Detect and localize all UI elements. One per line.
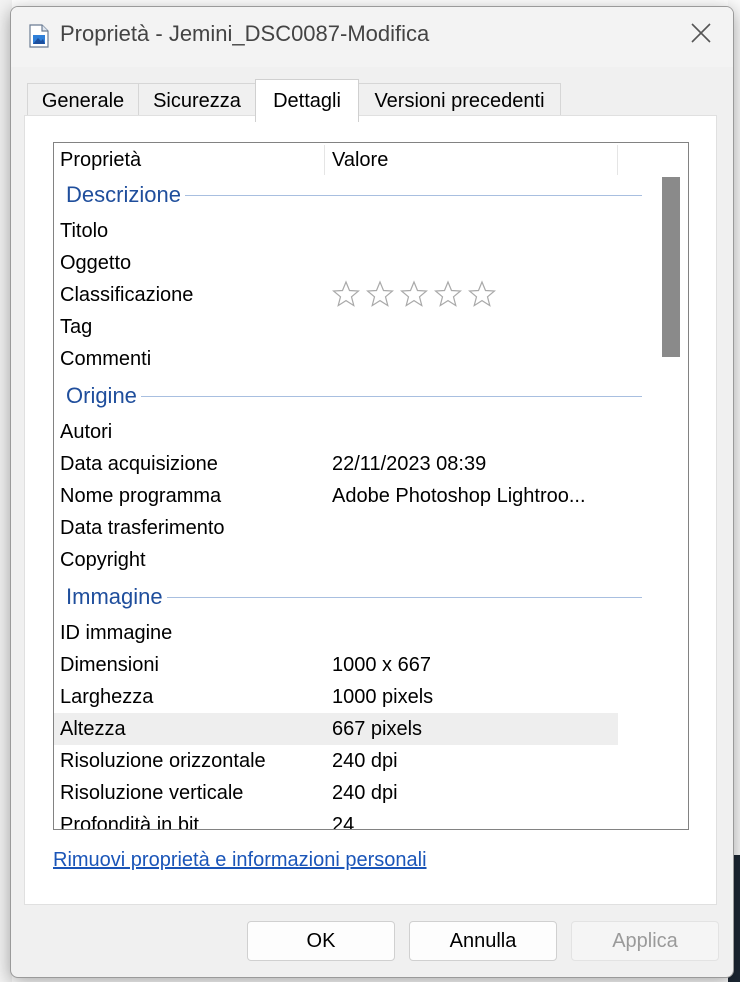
property-row[interactable]: Autori bbox=[54, 416, 618, 448]
property-name: Autori bbox=[60, 421, 113, 443]
property-row[interactable]: ID immagine bbox=[54, 617, 618, 649]
property-value: Adobe Photoshop Lightroo... bbox=[332, 485, 586, 507]
group-divider bbox=[66, 396, 642, 397]
details-panel: Proprietà Valore Descrizione Titolo Ogge… bbox=[24, 115, 717, 905]
property-value: 22/11/2023 08:39 bbox=[332, 453, 487, 475]
property-name: Nome programma bbox=[60, 485, 222, 507]
property-value: 1000 pixels bbox=[332, 686, 434, 708]
property-name: ID immagine bbox=[60, 622, 173, 644]
property-value: 24 bbox=[332, 814, 355, 830]
group-title-immagine: Immagine bbox=[66, 584, 167, 610]
property-name: Risoluzione orizzontale bbox=[60, 750, 266, 772]
property-row[interactable]: Classificazione bbox=[54, 279, 618, 311]
property-name: Oggetto bbox=[60, 252, 132, 274]
property-row[interactable]: Commenti bbox=[54, 343, 618, 375]
column-header-value[interactable]: Valore bbox=[332, 143, 388, 177]
scrollbar-thumb[interactable] bbox=[662, 177, 680, 357]
tab-generale[interactable]: Generale bbox=[27, 83, 139, 119]
property-name: Altezza bbox=[60, 718, 126, 740]
property-name: Profondità in bit bbox=[60, 814, 199, 830]
column-divider[interactable] bbox=[617, 145, 618, 175]
cancel-button[interactable]: Annulla bbox=[409, 921, 557, 961]
ok-button[interactable]: OK bbox=[247, 921, 395, 961]
column-header-property[interactable]: Proprietà bbox=[60, 143, 141, 177]
property-name: Commenti bbox=[60, 348, 152, 370]
property-row[interactable]: Profondità in bit 24 bbox=[54, 809, 618, 830]
property-name: Risoluzione verticale bbox=[60, 782, 244, 804]
close-button[interactable] bbox=[679, 17, 723, 53]
star-icon[interactable] bbox=[400, 280, 428, 308]
apply-button[interactable]: Applica bbox=[571, 921, 719, 961]
property-row-selected[interactable]: Altezza 667 pixels bbox=[54, 713, 618, 745]
property-name: Tag bbox=[60, 316, 93, 338]
property-row[interactable]: Data trasferimento bbox=[54, 512, 618, 544]
property-row[interactable]: Copyright bbox=[54, 544, 618, 576]
property-name: Data trasferimento bbox=[60, 517, 225, 539]
property-row[interactable]: Dimensioni 1000 x 667 bbox=[54, 649, 618, 681]
property-row[interactable]: Nome programma Adobe Photoshop Lightroo.… bbox=[54, 480, 618, 512]
property-row[interactable]: Tag bbox=[54, 311, 618, 343]
property-value: 1000 x 667 bbox=[332, 654, 431, 676]
property-row[interactable]: Larghezza 1000 pixels bbox=[54, 681, 618, 713]
property-name: Data acquisizione bbox=[60, 453, 218, 475]
property-name: Dimensioni bbox=[60, 654, 159, 676]
window-title: Proprietà - Jemini_DSC0087-Modifica bbox=[60, 21, 430, 46]
star-icon[interactable] bbox=[468, 280, 496, 308]
tab-versioni-precedenti[interactable]: Versioni precedenti bbox=[358, 83, 561, 119]
star-icon[interactable] bbox=[366, 280, 394, 308]
property-row[interactable]: Titolo bbox=[54, 215, 618, 247]
property-row[interactable]: Data acquisizione 22/11/2023 08:39 bbox=[54, 448, 618, 480]
tab-sicurezza[interactable]: Sicurezza bbox=[138, 83, 256, 119]
properties-list[interactable]: Proprietà Valore Descrizione Titolo Ogge… bbox=[53, 142, 689, 830]
property-name: Larghezza bbox=[60, 686, 154, 708]
property-value: 240 dpi bbox=[332, 750, 398, 772]
rating-stars[interactable] bbox=[332, 280, 496, 308]
title-bar: Proprietà - Jemini_DSC0087-Modifica bbox=[11, 7, 733, 67]
property-name: Copyright bbox=[60, 549, 146, 571]
star-icon[interactable] bbox=[434, 280, 462, 308]
star-icon[interactable] bbox=[332, 280, 360, 308]
column-header: Proprietà Valore bbox=[54, 143, 660, 177]
image-file-icon bbox=[29, 24, 49, 48]
property-name: Classificazione bbox=[60, 284, 194, 306]
column-divider[interactable] bbox=[324, 145, 325, 175]
property-value: 240 dpi bbox=[332, 782, 398, 804]
group-title-descrizione: Descrizione bbox=[66, 182, 185, 208]
property-row[interactable]: Oggetto bbox=[54, 247, 618, 279]
properties-dialog: Proprietà - Jemini_DSC0087-Modifica Gene… bbox=[10, 6, 734, 978]
vertical-scrollbar[interactable] bbox=[654, 143, 688, 829]
property-name: Titolo bbox=[60, 220, 109, 242]
remove-properties-link[interactable]: Rimuovi proprietà e informazioni persona… bbox=[53, 849, 427, 872]
property-value: 667 pixels bbox=[332, 718, 423, 740]
property-row[interactable]: Risoluzione verticale 240 dpi bbox=[54, 777, 618, 809]
group-title-origine: Origine bbox=[66, 383, 141, 409]
close-icon bbox=[690, 22, 712, 49]
property-row[interactable]: Risoluzione orizzontale 240 dpi bbox=[54, 745, 618, 777]
tab-dettagli[interactable]: Dettagli bbox=[255, 79, 359, 122]
